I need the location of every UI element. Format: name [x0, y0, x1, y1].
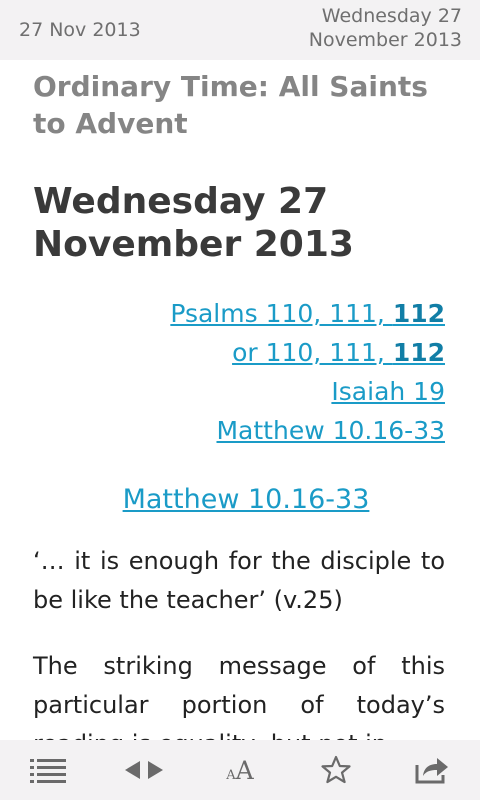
readings-list: Psalms 110, 111, 112 or 110, 111, 112 Is… — [45, 294, 445, 450]
font-size-large-glyph: A — [235, 755, 254, 785]
reading-link-isaiah[interactable]: Isaiah 19 — [45, 372, 445, 411]
prev-next-arrows-icon — [125, 761, 163, 779]
app-header: 27 Nov 2013 Wednesday 27 November 2013 — [0, 0, 480, 60]
day-title: Wednesday 27 November 2013 — [33, 181, 354, 265]
reading-link-psalms-alt[interactable]: or 110, 111, 112 — [45, 333, 445, 372]
season-title: Ordinary Time: All Saints to Advent — [33, 70, 428, 140]
share-button[interactable] — [384, 740, 480, 800]
reading-link-bold: 112 — [392, 299, 445, 328]
font-size-button[interactable]: AA — [192, 740, 288, 800]
contents-button[interactable] — [0, 740, 96, 800]
reading-link-text: Matthew 10.16-33 — [216, 416, 445, 445]
reading-content[interactable]: Ordinary Time: All Saints to Advent Wedn… — [0, 60, 480, 740]
reading-link-text: Psalms 110, 111, — [170, 299, 393, 328]
reading-link-bold: 112 — [392, 338, 445, 367]
reading-link-text: or 110, 111, — [232, 338, 393, 367]
reading-link-text: Isaiah 19 — [331, 377, 445, 406]
prev-next-button[interactable] — [96, 740, 192, 800]
list-icon — [30, 759, 66, 783]
share-icon — [415, 758, 448, 784]
quote-text: ‘… it is enough for the disciple to be l… — [33, 547, 445, 614]
font-size-icon: AA — [226, 756, 253, 785]
reading-link-matthew[interactable]: Matthew 10.16-33 — [45, 411, 445, 450]
body-paragraph: The striking message of this particular … — [33, 652, 445, 740]
passage-title-link[interactable]: Matthew 10.16-33 — [0, 480, 480, 520]
reading-link-psalms[interactable]: Psalms 110, 111, 112 — [45, 294, 445, 333]
star-icon — [321, 755, 351, 784]
bookmark-button[interactable] — [288, 740, 384, 800]
bottom-toolbar: AA — [0, 740, 480, 800]
header-title: Wednesday 27 November 2013 — [308, 5, 462, 51]
font-size-small-glyph: A — [226, 767, 236, 783]
header-date: 27 Nov 2013 — [19, 19, 141, 41]
